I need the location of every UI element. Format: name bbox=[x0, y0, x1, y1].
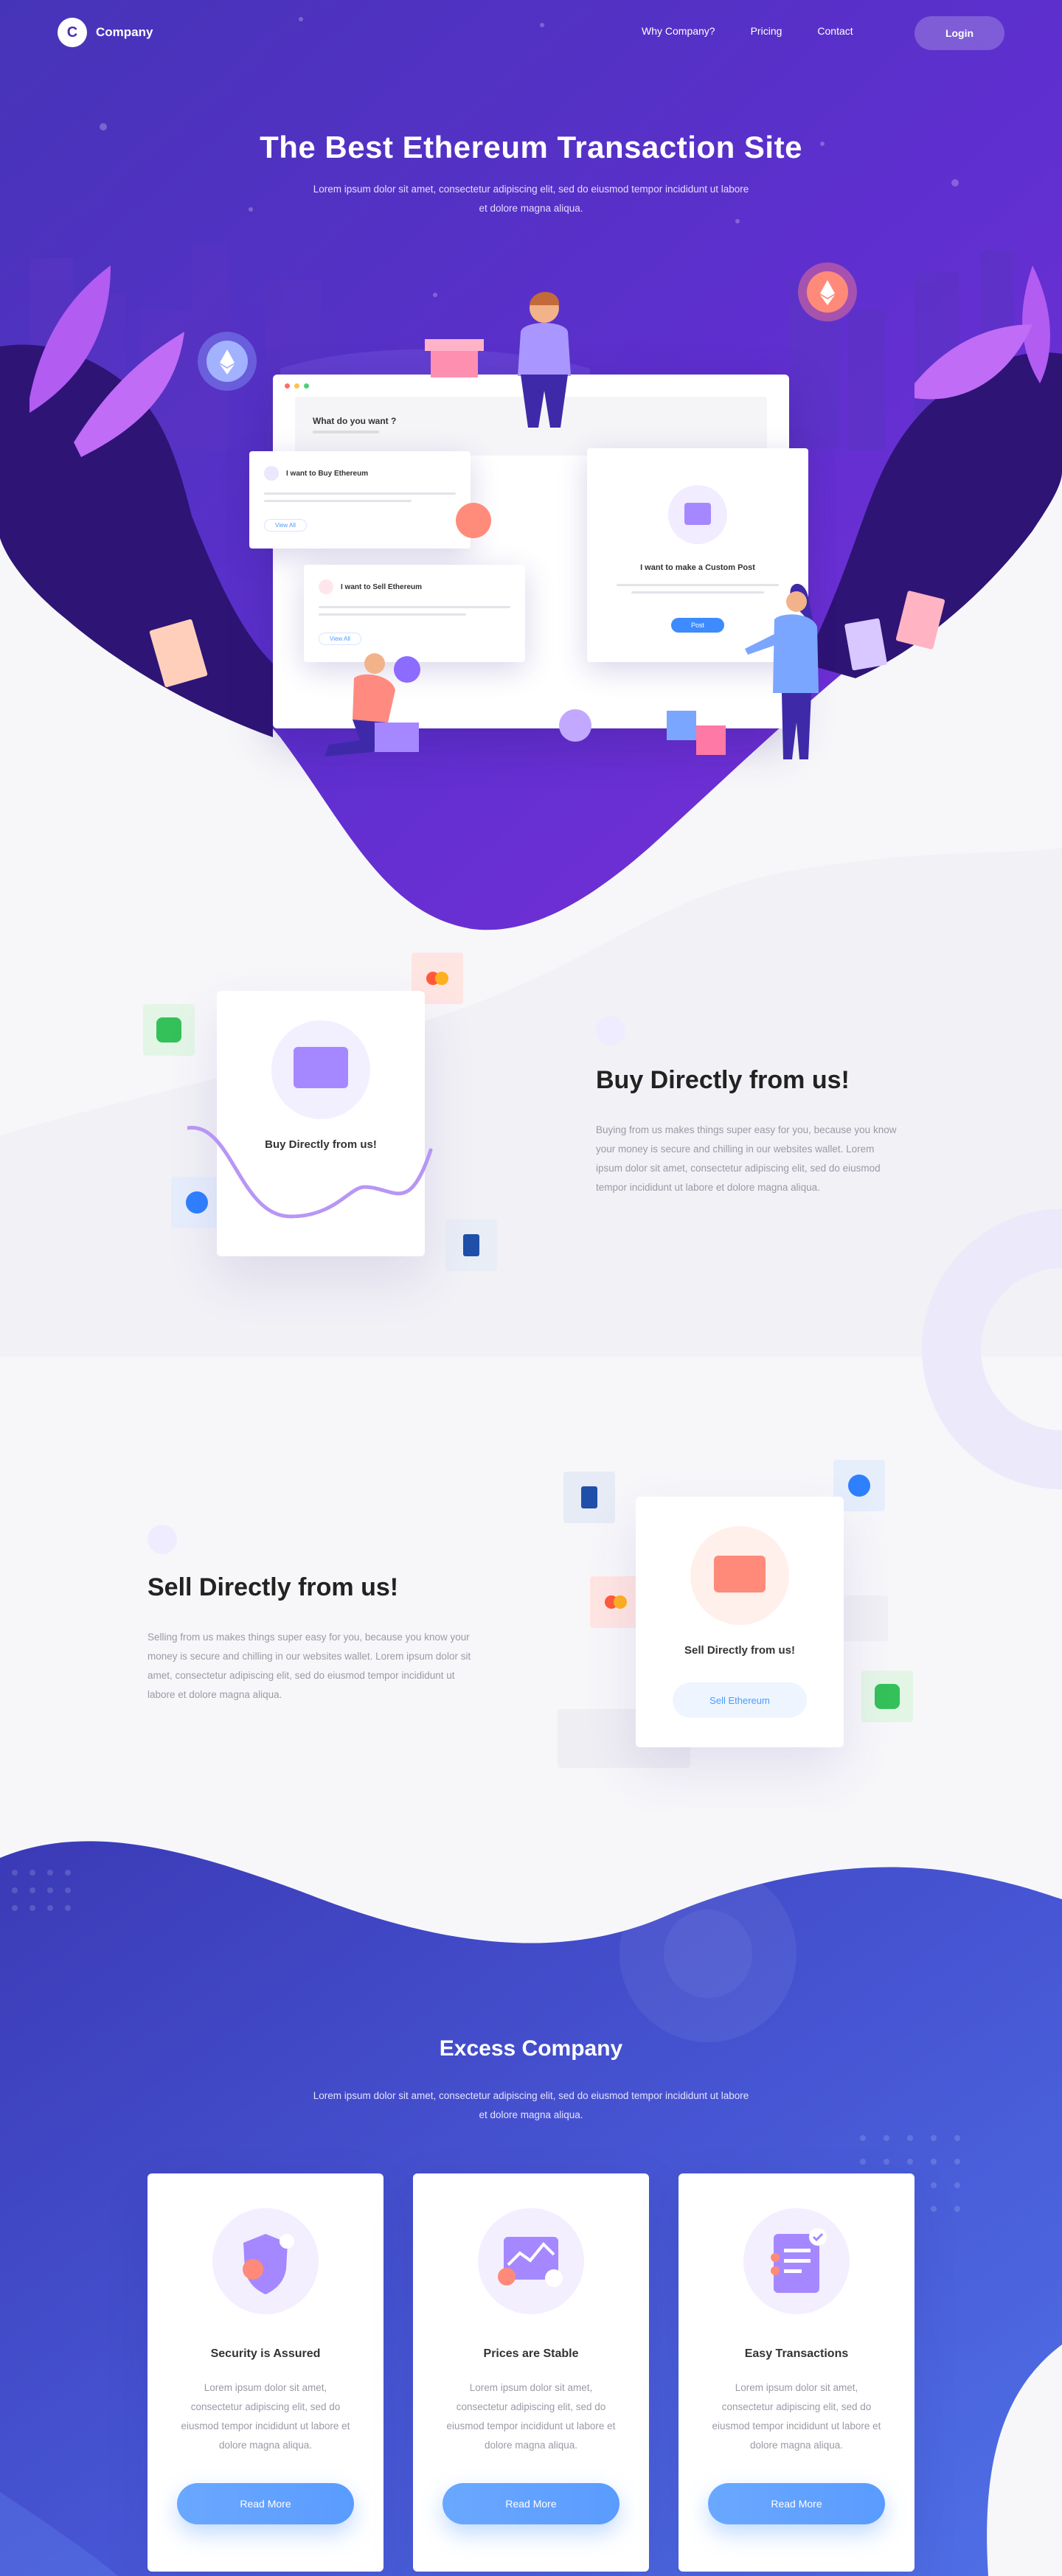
document-check-icon bbox=[741, 2206, 852, 2316]
sitting-man-figure bbox=[518, 292, 571, 428]
read-more-button[interactable]: Read More bbox=[177, 2483, 354, 2524]
excess-section: Excess Company Lorem ipsum dolor sit ame… bbox=[0, 1828, 1062, 2576]
login-button[interactable]: Login bbox=[914, 16, 1004, 50]
wechat-icon bbox=[861, 1671, 913, 1722]
sell-ethereum-button[interactable]: Sell Ethereum bbox=[673, 1682, 807, 1718]
sell-card-label: Sell Directly from us! bbox=[684, 1644, 796, 1657]
mastercard-icon bbox=[590, 1576, 642, 1628]
tag-icon bbox=[148, 1525, 177, 1554]
brand-name: Company bbox=[96, 25, 153, 39]
logo-icon: C bbox=[58, 18, 87, 47]
paypal-icon bbox=[445, 1219, 497, 1271]
buy-section-icon bbox=[596, 1016, 625, 1045]
sell-section-title: Sell Directly from us! bbox=[148, 1573, 399, 1601]
buy-section-title: Buy Directly from us! bbox=[596, 1066, 850, 1094]
wallet-icon bbox=[271, 1020, 370, 1119]
nav-links: Why Company? Pricing Contact bbox=[642, 25, 853, 37]
shield-icon bbox=[210, 2206, 321, 2316]
excess-title: Excess Company bbox=[439, 2036, 623, 2061]
top-navbar: C Company Why Company? Pricing Contact L… bbox=[0, 0, 1062, 66]
decorative-ring bbox=[922, 1209, 1062, 1489]
paypal-icon bbox=[563, 1472, 615, 1523]
feature-text: Lorem ipsum dolor sit amet, consectetur … bbox=[181, 2382, 350, 2451]
excess-subtitle: Lorem ipsum dolor sit amet, consectetur … bbox=[313, 2090, 749, 2120]
standing-woman-figure bbox=[745, 583, 819, 759]
feature-card-prices: Prices are Stable Lorem ipsum dolor sit … bbox=[413, 2173, 649, 2572]
wallet-icon bbox=[690, 1526, 789, 1625]
nav-link-why-company[interactable]: Why Company? bbox=[642, 25, 715, 37]
feature-card-security: Security is Assured Lorem ipsum dolor si… bbox=[148, 2173, 384, 2572]
hero-subtitle: Lorem ipsum dolor sit amet, consectetur … bbox=[313, 184, 749, 214]
brand-logo[interactable]: C Company bbox=[58, 18, 153, 47]
feature-title: Prices are Stable bbox=[483, 2347, 579, 2360]
buy-section-text: Buying from us makes things super easy f… bbox=[596, 1124, 897, 1193]
feature-text: Lorem ipsum dolor sit amet, consectetur … bbox=[712, 2382, 881, 2451]
feature-card-transactions: Easy Transactions Lorem ipsum dolor sit … bbox=[678, 2173, 914, 2572]
hero-section: C Company Why Company? Pricing Contact L… bbox=[0, 0, 1062, 958]
nav-link-contact[interactable]: Contact bbox=[817, 25, 853, 37]
hero-title: The Best Ethereum Transaction Site bbox=[260, 130, 802, 164]
section-background-wave bbox=[0, 848, 1062, 1357]
wave-line-decoration bbox=[187, 1126, 433, 1219]
read-more-button[interactable]: Read More bbox=[442, 2483, 620, 2524]
sell-feature-card: Sell Directly from us! Sell Ethereum bbox=[636, 1497, 844, 1747]
feature-title: Easy Transactions bbox=[744, 2347, 849, 2360]
chart-icon bbox=[476, 2206, 586, 2316]
sell-section-text: Selling from us makes things super easy … bbox=[148, 1632, 471, 1700]
nav-link-pricing[interactable]: Pricing bbox=[751, 25, 782, 37]
wechat-icon bbox=[143, 1004, 195, 1056]
feature-title: Security is Assured bbox=[210, 2347, 321, 2360]
read-more-button[interactable]: Read More bbox=[708, 2483, 885, 2524]
illustration-figures bbox=[324, 292, 819, 759]
kneeling-person-figure bbox=[324, 653, 420, 756]
feature-text: Lorem ipsum dolor sit amet, consectetur … bbox=[446, 2382, 616, 2451]
